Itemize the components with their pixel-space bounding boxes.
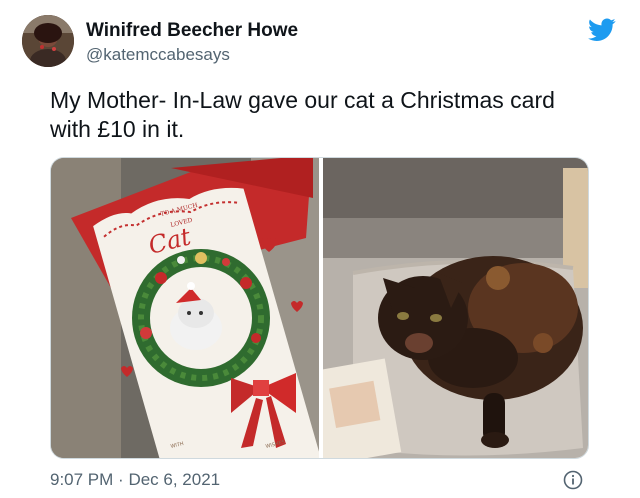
avatar[interactable] [22,15,74,67]
timestamp-separator: · [118,470,124,489]
christmas-card-photo[interactable]: TO A MUCH LOVED Cat WITH WISHES [51,158,319,458]
author-display-name[interactable]: Winifred Beecher Howe [86,20,298,42]
info-icon[interactable] [563,470,583,490]
tweet-time: 9:07 PM [50,470,114,489]
avatar-photo [22,15,74,67]
cat-photo[interactable] [323,158,588,458]
tweet-text: My Mother- In-Law gave our cat a Christm… [50,87,555,142]
tweet-timestamp[interactable]: 9:07 PM · Dec 6, 2021 [50,470,220,490]
twitter-bird-icon[interactable] [588,18,616,42]
tweet-date: Dec 6, 2021 [128,470,221,489]
tweet-media[interactable]: TO A MUCH LOVED Cat WITH WISHES [50,157,589,459]
author-handle[interactable]: @katemccabesays [86,45,230,65]
